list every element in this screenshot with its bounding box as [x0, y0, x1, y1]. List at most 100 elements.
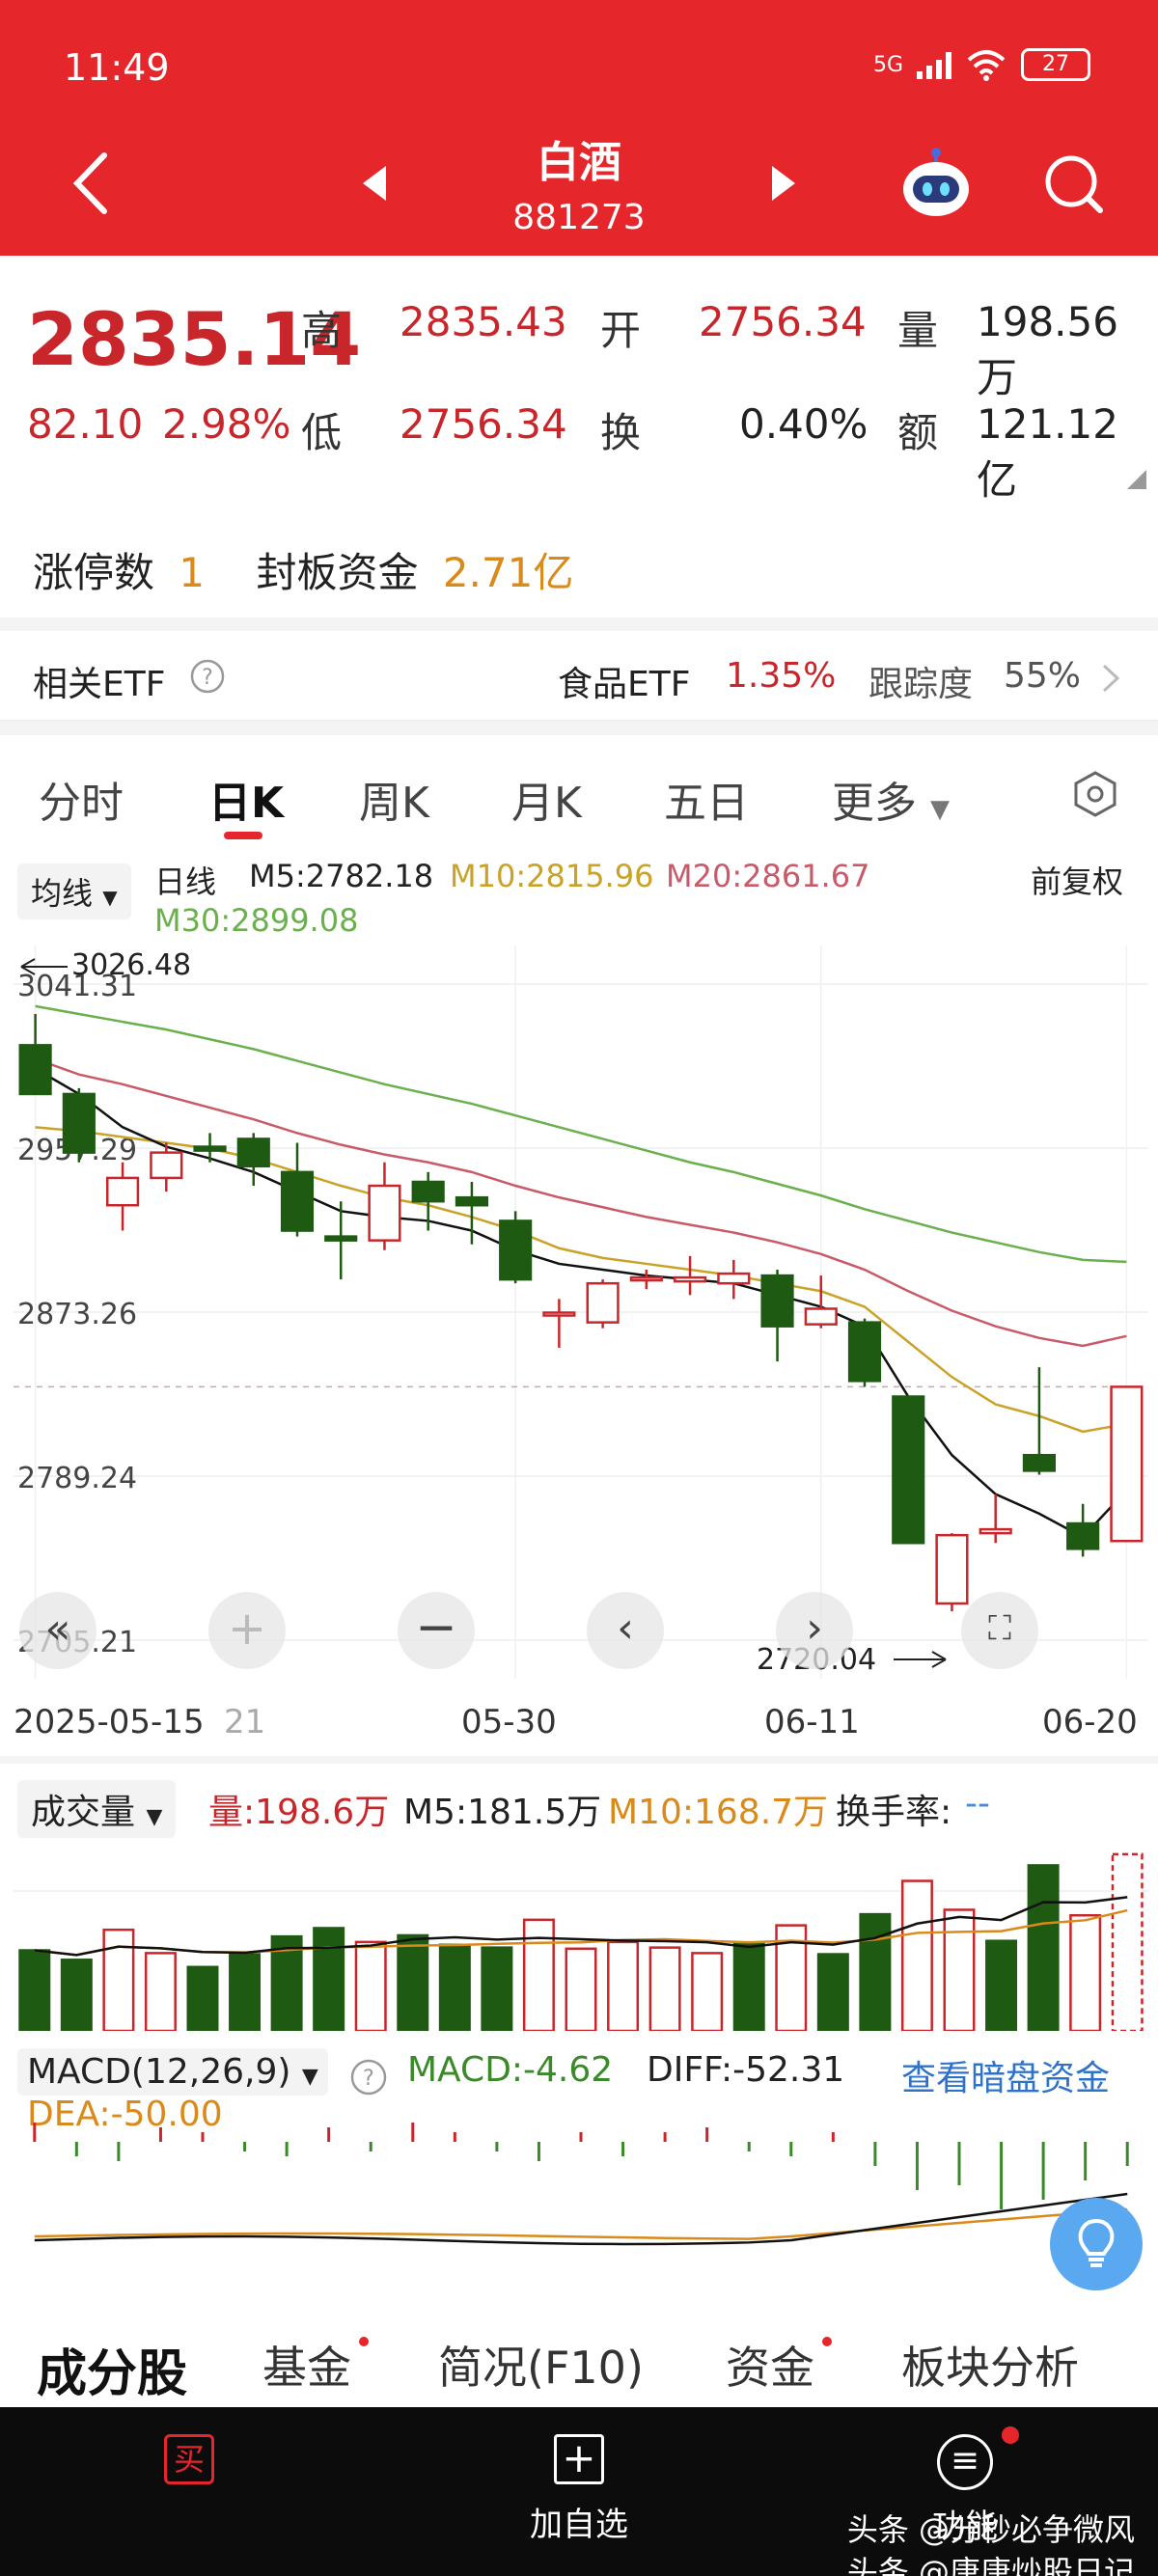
add-watchlist-label: 加自选	[530, 2506, 628, 2544]
arrow-right-icon	[894, 1651, 947, 1668]
max-annotation: 3026.48	[71, 948, 191, 982]
volume-bar	[607, 1940, 640, 2033]
tab-constituents[interactable]: 成分股	[37, 2333, 187, 2405]
volume-selector-label: 成交量	[31, 1793, 136, 1832]
candle-body	[236, 1137, 270, 1168]
tab-intraday[interactable]: 分时	[39, 768, 124, 830]
active-tab-indicator	[224, 832, 262, 839]
tab-monthly-k[interactable]: 月K	[511, 768, 582, 830]
robot-assistant-icon[interactable]	[897, 145, 975, 222]
volume-value: 198.56万	[977, 298, 1118, 401]
limit-count-label: 涨停数	[33, 549, 155, 596]
candle-body	[62, 1092, 96, 1154]
high-value: 2835.43	[400, 298, 567, 345]
ma20-value: M20:2861.67	[666, 858, 870, 894]
macd-selector-label: MACD(12,26,9)	[27, 2052, 291, 2092]
caret-down-icon: ▼	[930, 795, 950, 824]
related-etf-row[interactable]: 相关ETF ? 食品ETF 1.35% 跟踪度 55%	[0, 637, 1158, 722]
quote-panel: 2835.14 82.10 2.98% 高 2835.43 低 2756.34 …	[0, 256, 1158, 507]
candle-body	[847, 1321, 882, 1383]
help-icon[interactable]: ?	[349, 2058, 388, 2096]
caret-down-icon: ▼	[301, 2065, 318, 2089]
low-value: 2756.34	[400, 400, 567, 448]
volume-chart	[14, 1838, 1148, 2033]
volume-m5: M5:181.5万	[403, 1793, 602, 1832]
volume-bar	[522, 1918, 555, 2033]
ma5-line	[34, 1067, 1128, 1539]
macd-selector[interactable]: MACD(12,26,9) ▼	[17, 2048, 328, 2096]
limit-fund-label: 封板资金	[256, 549, 419, 596]
settings-hexagon-icon[interactable]	[1071, 770, 1119, 818]
tab-capital[interactable]: 资金	[726, 2333, 814, 2397]
tab-more-label: 更多	[832, 779, 917, 828]
candle-body	[935, 1533, 969, 1605]
zoom-out-button[interactable]: −	[398, 1592, 475, 1669]
tab-weekly-k[interactable]: 周K	[359, 768, 429, 830]
tab-daily-k[interactable]: 日K	[208, 768, 284, 830]
volume-selector[interactable]: 成交量 ▼	[17, 1780, 177, 1838]
ma-selector[interactable]: 均线 ▼	[17, 863, 131, 919]
status-icons: 5G 27	[873, 48, 1090, 81]
limit-up-row: 涨停数 1 封板资金 2.71亿	[33, 540, 573, 599]
ma30-line	[35, 1004, 1127, 1264]
lightbulb-button[interactable]	[1050, 2198, 1143, 2290]
volume-bar	[900, 1879, 933, 2033]
ma10-value: M10:2815.96	[450, 858, 654, 894]
expand-corner-icon[interactable]	[1127, 470, 1146, 489]
tab-more[interactable]: 更多 ▼	[832, 768, 950, 830]
volume-bar	[565, 1947, 597, 2033]
divider	[0, 722, 1158, 735]
scroll-left-button[interactable]: ‹	[587, 1592, 664, 1669]
volume-bar	[186, 1965, 219, 2033]
volume-bar	[397, 1933, 429, 2033]
search-icon[interactable]	[1042, 152, 1104, 214]
turnover-rate-value: --	[965, 1784, 990, 1823]
lightbulb-icon	[1078, 2218, 1115, 2267]
add-watchlist-button[interactable]: + 加自选	[521, 2434, 637, 2545]
network-label: 5G	[872, 52, 903, 77]
adjust-mode[interactable]: 前复权	[1031, 858, 1123, 902]
ma30-value: M30:2899.08	[154, 902, 359, 939]
candle-body	[411, 1180, 445, 1203]
signal-icon	[917, 50, 951, 79]
candle-body	[892, 1395, 925, 1545]
bottom-section-tabs: 成分股 基金 简况(F10) 资金 板块分析	[0, 2316, 1158, 2407]
zoom-in-button[interactable]: +	[208, 1592, 286, 1669]
zoom-first-button[interactable]: «	[19, 1592, 96, 1669]
volume-bar	[732, 1941, 765, 2033]
tab-funds[interactable]: 基金	[262, 2333, 351, 2397]
status-time: 11:49	[64, 46, 170, 89]
volume-bar	[229, 1953, 262, 2033]
macd-value: MACD:-4.62	[407, 2050, 614, 2090]
volume-bar	[691, 1952, 724, 2033]
tab-profile-f10[interactable]: 简况(F10)	[438, 2333, 644, 2397]
next-stock-arrow[interactable]	[770, 164, 799, 203]
buy-button[interactable]: 买	[164, 2434, 214, 2484]
volume-bar	[1111, 1852, 1144, 2033]
volume-bar	[481, 1946, 513, 2033]
volume-svg	[14, 1852, 1148, 2033]
kline-chart[interactable]: 3041.312957.292873.262789.242705.213026.…	[14, 945, 1148, 1679]
dark-pool-link[interactable]: 查看暗盘资金	[901, 2050, 1110, 2100]
help-icon[interactable]: ?	[189, 658, 226, 695]
candle-body	[150, 1151, 183, 1180]
battery-icon: 27	[1021, 48, 1090, 81]
tab-sector-analysis[interactable]: 板块分析	[901, 2333, 1079, 2397]
scroll-right-button[interactable]: ›	[776, 1592, 853, 1669]
ma-period: 日线	[154, 863, 217, 900]
date-tick: 21	[224, 1703, 266, 1741]
date-tick: 06-11	[764, 1703, 860, 1741]
candle-body	[542, 1311, 576, 1317]
candle-body	[1066, 1521, 1100, 1550]
ma5-value: M5:2782.18	[249, 858, 434, 894]
fullscreen-button[interactable]: ⛶	[961, 1592, 1038, 1669]
candle-body	[586, 1281, 620, 1324]
volume-bar	[1027, 1864, 1060, 2033]
tab-five-day[interactable]: 五日	[664, 768, 749, 830]
limit-count: 1	[179, 549, 206, 596]
candle-body	[193, 1145, 227, 1152]
top-bar: 11:49 5G 27 白酒 881273	[0, 0, 1158, 256]
candle-body	[717, 1272, 751, 1285]
watermark: 头条 @分秒必争微风 头条 @唐唐炒股日记	[847, 2508, 1135, 2576]
page-title: 白酒	[537, 138, 621, 187]
